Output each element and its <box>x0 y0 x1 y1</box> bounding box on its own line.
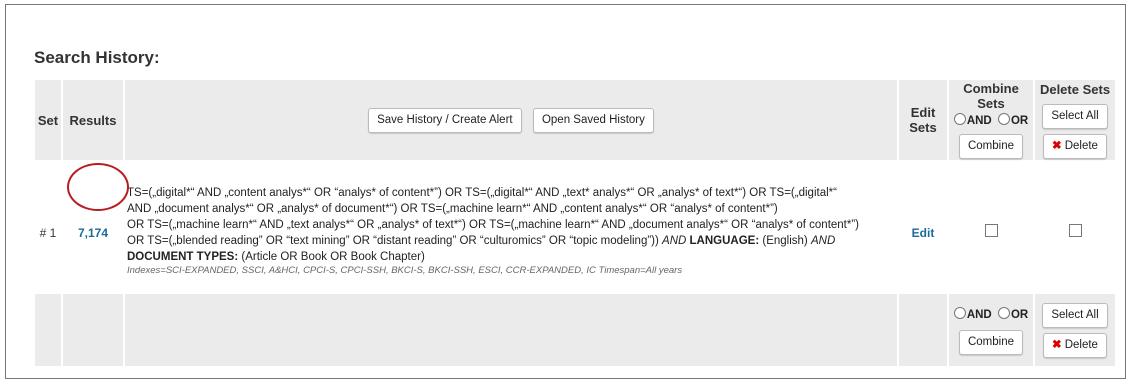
query-line: TS=(„digital*“ AND „content analys*“ OR … <box>127 187 837 199</box>
doctype-value: (Article OR Book OR Book Chapter) <box>241 251 425 263</box>
query-line-text: OR TS=(„blended reading” OR “text mining… <box>127 235 659 247</box>
or-radio[interactable] <box>997 113 1010 125</box>
query-cell: TS=(„digital*“ AND „content analys*“ OR … <box>125 162 897 292</box>
query-line: DOCUMENT TYPES: (Article OR Book OR Book… <box>127 249 893 265</box>
open-saved-history-button[interactable]: Open Saved History <box>532 107 654 133</box>
table-footer-row: AND OR Combine Select All ✖ Delete <box>35 294 1115 366</box>
edit-sets-label-1: Edit <box>910 105 936 120</box>
doctype-label: DOCUMENT TYPES: <box>127 251 239 263</box>
and-keyword-2: AND <box>810 235 836 247</box>
combine-button[interactable]: Combine <box>958 134 1024 159</box>
edit-sets-header: Edit Sets <box>899 80 947 160</box>
and-keyword: AND <box>662 235 687 247</box>
results-header: Results <box>63 80 123 160</box>
indexes-text: Indexes=SCI-EXPANDED, SSCI, A&HCI, CPCI-… <box>127 265 683 276</box>
delete-button[interactable]: ✖ Delete <box>1043 133 1107 159</box>
delete-button-label: Delete <box>1064 139 1098 152</box>
edit-set-link[interactable]: Edit <box>899 162 947 292</box>
combine-checkbox-cell <box>949 162 1033 292</box>
footer-or-radio-label: OR <box>1010 309 1029 321</box>
search-history-table: Set Results Save History / Create Alert … <box>33 78 1117 368</box>
delete-sets-title: Delete Sets <box>1039 81 1111 97</box>
combine-checkbox[interactable] <box>984 224 998 237</box>
page-title: Search History: <box>34 48 160 67</box>
edit-sets-label-2: Sets <box>909 120 937 135</box>
footer-delete-cell: Select All ✖ Delete <box>1035 294 1115 366</box>
footer-empty-results <box>63 294 123 366</box>
delete-checkbox[interactable] <box>1068 224 1082 237</box>
set-number: # 1 <box>35 162 61 292</box>
query-line: OR TS=(„blended reading” OR “text mining… <box>127 233 893 249</box>
delete-checkbox-cell <box>1035 162 1115 292</box>
footer-combine-operator-radios: AND OR <box>949 307 1033 321</box>
footer-and-radio[interactable] <box>953 307 966 319</box>
delete-sets-header: Delete Sets Select All ✖ Delete <box>1035 80 1115 160</box>
and-radio[interactable] <box>953 113 966 125</box>
combine-sets-title: Combine Sets <box>963 81 1019 111</box>
delete-x-icon: ✖ <box>1052 338 1062 351</box>
footer-combine-cell: AND OR Combine <box>949 294 1033 366</box>
footer-or-radio[interactable] <box>997 307 1010 319</box>
and-radio-label: AND <box>966 115 992 127</box>
language-value: (English) <box>762 235 808 247</box>
query-line: OR TS=(„machine learn*“ AND „text analys… <box>127 219 860 231</box>
footer-delete-button[interactable]: ✖ Delete <box>1043 332 1107 358</box>
highlight-circle-annotation <box>67 163 129 211</box>
table-header-row: Set Results Save History / Create Alert … <box>35 80 1115 160</box>
language-label: LANGUAGE: <box>689 235 760 247</box>
query-line: AND „document analys*“ OR „analys* of do… <box>127 203 778 215</box>
footer-combine-button[interactable]: Combine <box>958 330 1024 355</box>
delete-x-icon: ✖ <box>1052 139 1062 152</box>
footer-delete-button-label: Delete <box>1064 338 1098 351</box>
footer-empty-set <box>35 294 61 366</box>
select-all-button[interactable]: Select All <box>1042 103 1108 129</box>
footer-empty-query <box>125 294 897 366</box>
set-header: Set <box>35 80 61 160</box>
footer-select-all-button[interactable]: Select All <box>1042 302 1108 328</box>
save-history-button[interactable]: Save History / Create Alert <box>368 107 522 133</box>
or-radio-label: OR <box>1010 115 1029 127</box>
combine-sets-header: Combine Sets AND OR Combine <box>949 80 1033 160</box>
footer-and-radio-label: AND <box>966 309 992 321</box>
footer-empty-edit <box>899 294 947 366</box>
history-toolbar: Save History / Create Alert Open Saved H… <box>125 80 897 160</box>
combine-operator-radios: AND OR <box>949 113 1033 127</box>
query-text: TS=(„digital*“ AND „content analys*“ OR … <box>125 177 897 277</box>
table-row: # 1 7,174 TS=(„digital*“ AND „content an… <box>35 162 1115 292</box>
